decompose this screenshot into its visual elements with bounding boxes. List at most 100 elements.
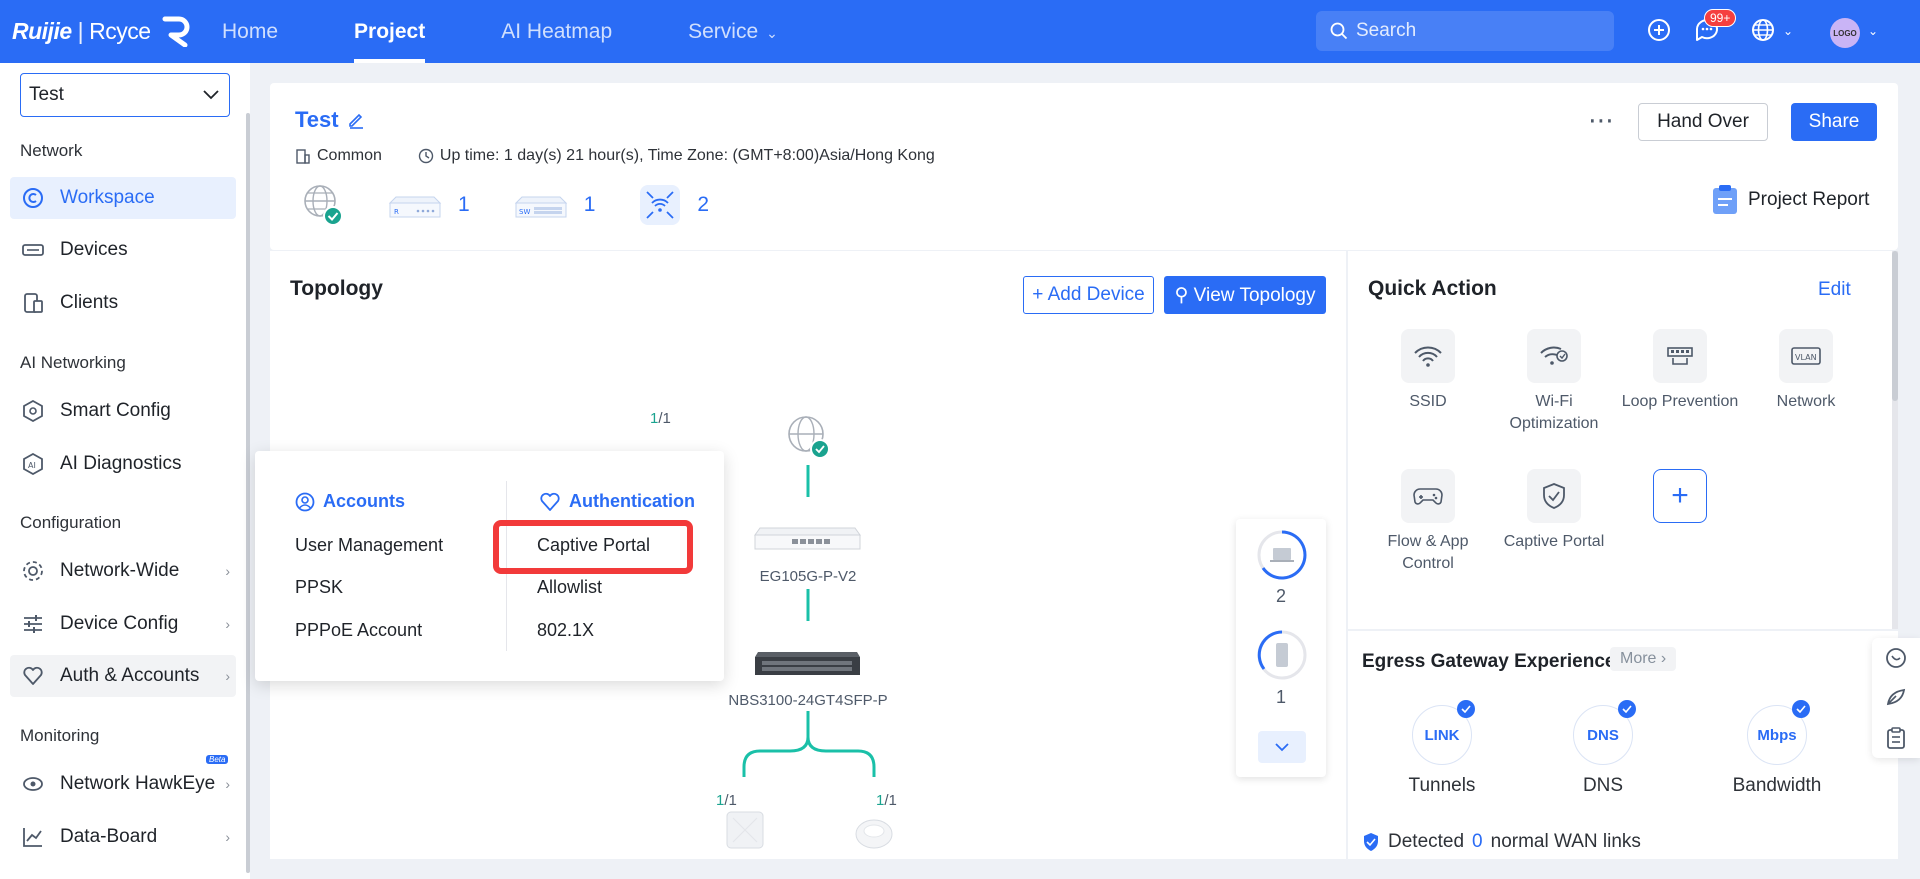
qa-ssid[interactable]: SSID [1368, 329, 1488, 413]
language-caret-icon[interactable]: ⌄ [1783, 24, 1793, 38]
quick-action-edit-link[interactable]: Edit [1818, 279, 1851, 301]
user-circle-icon [295, 492, 315, 511]
menu-pppoe-account[interactable]: PPPoE Account [295, 620, 422, 641]
sidebar-item-workspace[interactable]: Workspace [10, 177, 236, 219]
quick-action-title: Quick Action [1368, 277, 1497, 300]
search-input[interactable] [1356, 20, 1596, 42]
sidebar-item-clients[interactable]: Clients [10, 282, 236, 324]
more-options-icon[interactable]: ⋯ [1588, 105, 1616, 136]
hand-over-button[interactable]: Hand Over [1638, 103, 1768, 141]
vlan-icon: VLAN [1779, 329, 1833, 383]
access-point-icon [640, 185, 681, 225]
wifi-optimize-icon [1527, 329, 1581, 383]
qa-network[interactable]: VLAN Network [1746, 329, 1866, 413]
gear-icon [22, 560, 44, 582]
account-caret-icon[interactable]: ⌄ [1868, 24, 1878, 38]
check-icon [1457, 700, 1475, 718]
menu-ppsk[interactable]: PPSK [295, 577, 343, 598]
section-ai-networking: AI Networking [20, 353, 126, 372]
qa-loop-prevention[interactable]: Loop Prevention [1620, 329, 1740, 413]
wireless-client-ring-icon[interactable] [1256, 629, 1308, 681]
gamepad-icon [1401, 469, 1455, 523]
expand-button[interactable] [1258, 731, 1306, 763]
section-monitoring: Monitoring [20, 726, 100, 745]
port-stat-ap-1: 1/1 [716, 792, 737, 809]
qa-wifi-optimization[interactable]: Wi-Fi Optimization [1494, 329, 1614, 435]
avatar[interactable]: LOGO [1830, 18, 1860, 48]
wired-client-ring-icon[interactable] [1256, 529, 1308, 581]
tunnels-link-icon: LINK [1412, 700, 1475, 765]
router-count[interactable]: R 1 [388, 189, 470, 221]
check-icon [1618, 700, 1636, 718]
smart-config-icon [22, 400, 44, 422]
loop-prevention-icon [1653, 329, 1707, 383]
sidebar: Test Network Workspace Devices Clients A… [0, 63, 250, 879]
ap-count[interactable]: 2 [639, 184, 709, 226]
menu-8021x[interactable]: 802.1X [537, 620, 594, 641]
shield-check-icon [1364, 833, 1378, 851]
sidebar-item-ai-diagnostics[interactable]: AI AI Diagnostics [10, 443, 236, 485]
project-report-link[interactable]: Project Report [1712, 185, 1869, 215]
search-box[interactable] [1316, 11, 1614, 51]
egress-title: Egress Gateway Experience [1362, 651, 1616, 672]
clients-icon [22, 292, 44, 314]
menu-allowlist[interactable]: Allowlist [537, 577, 602, 598]
internet-status[interactable] [300, 183, 344, 227]
wifi-icon [1401, 329, 1455, 383]
gateway-device-icon[interactable] [754, 527, 861, 550]
detected-wan-status: Detected 0 normal WAN links [1362, 831, 1641, 853]
sidebar-item-auth-accounts[interactable]: Auth & Accounts › [10, 655, 236, 697]
switch-count[interactable]: SW 1 [514, 189, 595, 221]
gateway-label[interactable]: EG105G-P-V2 [718, 568, 898, 585]
wireless-client-count: 1 [1275, 687, 1286, 707]
quick-action-scrollbar[interactable] [1892, 251, 1898, 629]
globe-icon[interactable] [1750, 17, 1776, 43]
project-selector[interactable]: Test [20, 73, 230, 117]
ap-ceiling-icon[interactable] [855, 819, 893, 849]
building-icon [296, 149, 310, 164]
switch-label[interactable]: NBS3100-24GT4SFP-P [698, 692, 918, 709]
egress-more-button[interactable]: More › [1610, 647, 1677, 671]
brand-mark-icon [162, 16, 189, 47]
nav-service[interactable]: Service ⌄ [688, 0, 778, 63]
share-button[interactable]: Share [1791, 103, 1877, 141]
top-bar: Ruijie | Rcyce Home Project AI Heatmap S… [0, 0, 1920, 63]
chevron-right-icon: › [225, 616, 230, 632]
qa-captive-portal[interactable]: Captive Portal [1494, 469, 1614, 553]
project-title: Test [295, 107, 365, 133]
switch-device-icon[interactable] [755, 652, 860, 675]
sidebar-item-smart-config[interactable]: Smart Config [10, 390, 236, 432]
svg-text:SW: SW [519, 208, 530, 216]
chevron-right-icon: › [225, 668, 230, 684]
sidebar-item-devices[interactable]: Devices [10, 229, 236, 271]
nav-home[interactable]: Home [222, 0, 278, 63]
egress-bandwidth[interactable]: Mbps Bandwidth [1717, 700, 1837, 797]
main-nav: Home Project AI Heatmap Service ⌄ [222, 0, 854, 63]
brand-logo[interactable]: Ruijie | Rcyce [12, 14, 191, 48]
egress-gateway-card: Egress Gateway Experience More › LINK Tu… [1348, 631, 1898, 859]
link-switch-aps [742, 711, 876, 777]
add-circle-icon[interactable] [1646, 17, 1672, 43]
sidebar-item-network-hawkeye[interactable]: Network HawkEye Beta › [10, 755, 236, 805]
menu-user-management[interactable]: User Management [295, 535, 443, 556]
ap-square-icon[interactable] [726, 811, 764, 849]
chat-icon[interactable] [1872, 638, 1920, 678]
dns-icon: DNS [1573, 700, 1636, 765]
qa-add-button[interactable]: + [1620, 469, 1740, 523]
sidebar-item-data-board[interactable]: Data-Board › [10, 816, 236, 858]
device-summary: R 1 SW 1 2 [300, 183, 753, 227]
nav-project[interactable]: Project [354, 0, 426, 63]
sidebar-item-network-wide[interactable]: Network-Wide › [10, 550, 236, 592]
edit-pencil-icon[interactable] [347, 111, 365, 129]
nav-ai-heatmap[interactable]: AI Heatmap [501, 0, 612, 63]
egress-dns[interactable]: DNS DNS [1543, 700, 1663, 797]
clock-icon [418, 148, 434, 164]
egress-tunnels[interactable]: LINK Tunnels [1382, 700, 1502, 797]
feedback-icon[interactable] [1872, 678, 1920, 718]
qa-flow-app-control[interactable]: Flow & App Control [1368, 469, 1488, 575]
clipboard-icon[interactable] [1872, 718, 1920, 758]
sidebar-scrollbar[interactable] [246, 113, 250, 873]
topology-internet-icon[interactable] [788, 416, 830, 459]
port-stat-gateway: 1/1 [650, 410, 671, 427]
sidebar-item-device-config[interactable]: Device Config › [10, 603, 236, 645]
